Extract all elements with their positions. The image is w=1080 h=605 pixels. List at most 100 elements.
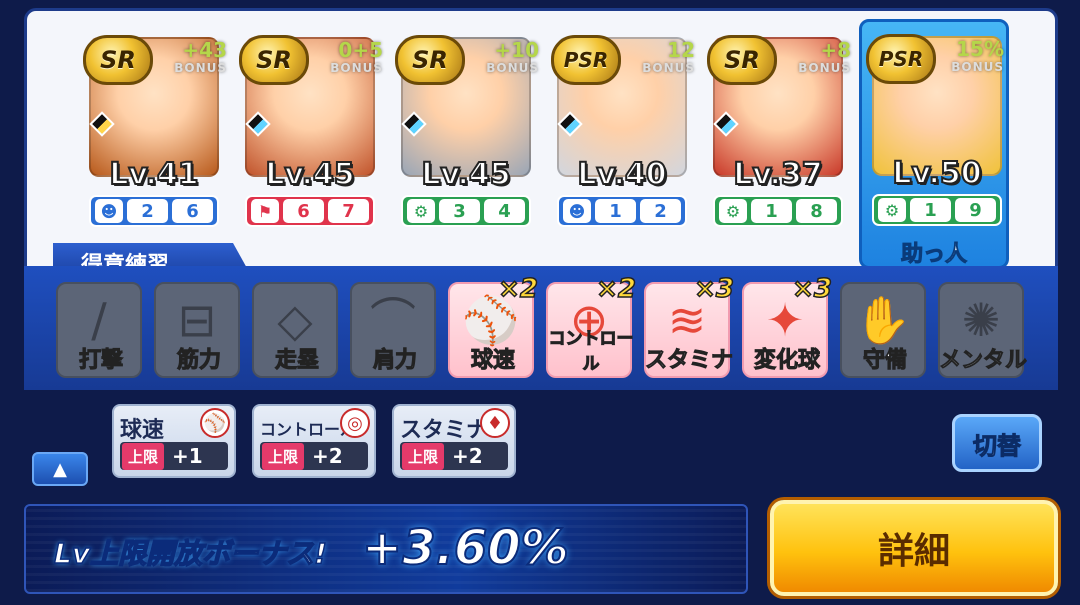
stat-value-b: 8 — [796, 199, 837, 223]
bonus-chip: スタミナ ♦ 上限 +2 — [392, 404, 516, 478]
stat-value-b: 7 — [328, 199, 369, 223]
practice-3: ◇ 走塁 — [252, 282, 338, 378]
stat-type-icon: ☻ — [95, 199, 123, 223]
cap-plus-value: +1 — [172, 444, 203, 468]
cap-label: 上限 — [122, 442, 165, 470]
practice-label: 打撃 — [78, 348, 123, 374]
stat-value-b: 9 — [955, 198, 996, 222]
stat-type-icon: ⚙ — [719, 199, 747, 223]
card-level: Lv.40 — [576, 156, 667, 193]
bonus-chip: 球速 ⚾ 上限 +1 — [112, 404, 236, 478]
practice-10: ✺ メンタル — [938, 282, 1028, 378]
practice-icon: ◇ — [277, 293, 313, 347]
practice-label: 変化球 — [753, 348, 820, 374]
level-cap-bonus-label: Lv上限開放ボーナス! — [53, 536, 327, 571]
stat-value-a: 1 — [595, 199, 636, 223]
card-stat-badge: ⚙ 1 8 — [713, 195, 843, 227]
practice-multiplier: ×2 — [595, 273, 636, 305]
card-bonus: 0+5 BONUS — [330, 40, 383, 77]
level-cap-bonus-bar: Lv上限開放ボーナス! +3.60% — [24, 504, 748, 594]
card-bonus-label: BONUS — [951, 60, 1004, 74]
practice-6: ⊕ コントロール ×2 — [546, 273, 637, 378]
practice-9: ✋ 守備 — [840, 282, 926, 378]
helper-card[interactable]: PSR 15% BONUS Lv.50 ⚙ 1 9 助っ人 — [859, 19, 1009, 269]
stat-type-icon: ☻ — [563, 199, 591, 223]
chip-cap-bar: 上限 +2 — [400, 442, 508, 470]
chip-icon: ♦ — [480, 408, 510, 438]
card-stat-badge: ☻ 2 6 — [89, 195, 219, 227]
level-cap-bonus-value: +3.60% — [361, 519, 570, 577]
event-card[interactable]: SR +8 BONUS Lv.37 ⚙ 1 8 — [703, 23, 853, 231]
card-level: Lv.45 — [420, 156, 511, 193]
practice-1: / 打撃 — [56, 282, 142, 378]
switch-button[interactable]: 切替 — [952, 414, 1042, 472]
practice-icon: ⌒ — [370, 293, 416, 347]
practice-7: ≋ スタミナ ×3 — [644, 273, 735, 378]
card-stat-badge: ☻ 1 2 — [557, 195, 687, 227]
practice-label: 守備 — [862, 348, 907, 374]
stat-value-a: 3 — [439, 199, 480, 223]
rarity-badge: SR — [239, 35, 309, 85]
practice-label: 肩力 — [372, 348, 417, 374]
chip-cap-bar: 上限 +1 — [120, 442, 228, 470]
collapse-button[interactable]: ▲ — [32, 452, 88, 486]
practice-8: ✦ 変化球 ×3 — [742, 273, 833, 378]
detail-button[interactable]: 詳細 — [770, 500, 1058, 596]
practice-icon: ⊟ — [177, 293, 217, 347]
stat-value-a: 1 — [751, 199, 792, 223]
practice-icon: / — [91, 293, 107, 347]
practice-label: 球速 — [470, 348, 515, 374]
chip-icon: ◎ — [340, 408, 370, 438]
specialty-practice-strip: / 打撃 ⊟ 筋力 ◇ 走塁 ⌒ 肩力 ⚾ 球速 ×2 ⊕ コントロール ×2 ≋ スタミナ ×3 ✦ 変化球 ×3 ✋… — [24, 266, 1058, 390]
card-bonus-label: BONUS — [486, 61, 539, 75]
card-bonus: +8 BONUS — [798, 40, 851, 77]
chip-title: 球速 — [120, 418, 165, 443]
bonus-chip: コントロール ◎ 上限 +2 — [252, 404, 376, 478]
card-level: Lv.37 — [732, 156, 823, 193]
practice-label: コントロール — [548, 329, 634, 375]
stat-type-icon: ⚑ — [251, 199, 279, 223]
card-bonus-label: BONUS — [174, 61, 227, 75]
practice-label: 走塁 — [274, 348, 319, 374]
stat-type-icon: ⚙ — [407, 199, 435, 223]
bonus-chips-area: 球速 ⚾ 上限 +1 コントロール ◎ 上限 +2 スタミナ ♦ 上限 +2 — [24, 392, 1058, 492]
practice-icon: ✋ — [854, 293, 912, 347]
chip-title: スタミナ — [400, 418, 489, 443]
stat-value-b: 2 — [640, 199, 681, 223]
card-bonus-label: BONUS — [798, 61, 851, 75]
card-level: Lv.45 — [264, 156, 355, 193]
practice-2: ⊟ 筋力 — [154, 282, 240, 378]
card-bonus: +10 BONUS — [486, 40, 539, 77]
stat-value-b: 6 — [172, 199, 213, 223]
stat-value-a: 2 — [127, 199, 168, 223]
stat-type-icon: ⚙ — [878, 198, 906, 222]
practice-label: スタミナ — [644, 348, 733, 374]
event-card[interactable]: SR +43 BONUS Lv.41 ☻ 2 6 — [79, 23, 229, 231]
card-stat-badge: ⚑ 6 7 — [245, 195, 375, 227]
card-bonus: +43 BONUS — [174, 40, 227, 77]
cap-plus-value: +2 — [312, 444, 343, 468]
card-level: Lv.50 — [891, 155, 982, 192]
stat-value-a: 6 — [283, 199, 324, 223]
rarity-badge: SR — [83, 35, 153, 85]
rarity-badge: SR — [707, 35, 777, 85]
chip-cap-bar: 上限 +2 — [260, 442, 368, 470]
cards-row: SR +43 BONUS Lv.41 ☻ 2 6 SR 0+5 BONUS Lv.45 ⚑ 6 7 SR +1… — [79, 19, 1039, 273]
practice-multiplier: ×3 — [791, 273, 832, 305]
chip-icon: ⚾ — [200, 408, 230, 438]
event-card[interactable]: SR 0+5 BONUS Lv.45 ⚑ 6 7 — [235, 23, 385, 231]
cap-plus-value: +2 — [452, 444, 483, 468]
rarity-badge: SR — [395, 35, 465, 85]
practice-label: メンタル — [938, 348, 1027, 374]
rarity-badge: PSR — [551, 35, 621, 85]
cap-label: 上限 — [402, 442, 445, 470]
stat-value-b: 4 — [484, 199, 525, 223]
event-card[interactable]: SR +10 BONUS Lv.45 ⚙ 3 4 — [391, 23, 541, 231]
card-stat-badge: ⚙ 1 9 — [872, 194, 1002, 226]
card-bonus: 15% BONUS — [951, 39, 1004, 76]
practice-multiplier: ×2 — [497, 273, 538, 305]
cap-label: 上限 — [262, 442, 305, 470]
event-card[interactable]: PSR 12 BONUS Lv.40 ☻ 1 2 — [547, 23, 697, 231]
practice-icon: ✺ — [961, 293, 1001, 347]
practice-5: ⚾ 球速 ×2 — [448, 273, 539, 378]
